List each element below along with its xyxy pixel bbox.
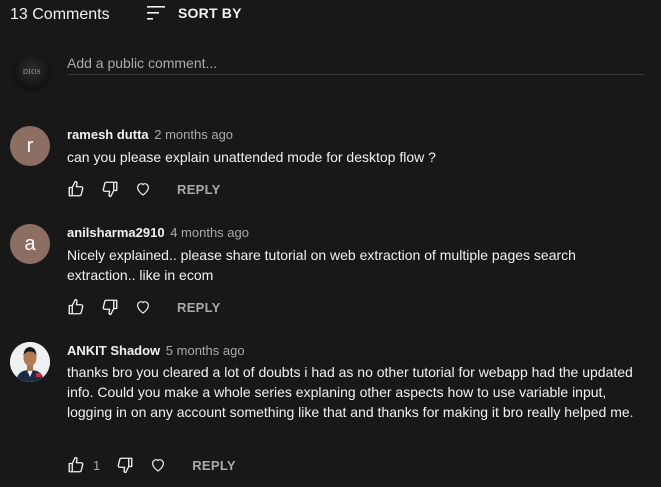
comment-author[interactable]: anilsharma2910	[67, 225, 165, 240]
thumbs-down-icon[interactable]	[101, 180, 119, 198]
comment-time[interactable]: 2 months ago	[154, 127, 233, 142]
thumbs-down-icon[interactable]	[101, 298, 119, 316]
sort-icon	[146, 4, 166, 22]
thumbs-up-icon[interactable]	[67, 298, 85, 316]
comment-actions: REPLY	[67, 179, 221, 199]
comment-meta: anilsharma2910 4 months ago	[67, 225, 249, 240]
avatar[interactable]	[10, 342, 50, 382]
comment-meta: ramesh dutta 2 months ago	[67, 127, 233, 142]
comment-time[interactable]: 4 months ago	[170, 225, 249, 240]
thumbs-up-icon[interactable]	[67, 180, 85, 198]
add-comment-input[interactable]	[67, 52, 645, 75]
sort-by-button[interactable]: SORT BY	[146, 4, 242, 22]
comment-actions: 1 REPLY	[67, 455, 236, 475]
heart-icon[interactable]	[135, 181, 151, 197]
avatar[interactable]: r	[10, 126, 50, 166]
comments-header: 13 Comments SORT BY	[0, 0, 661, 32]
comment-text: thanks bro you cleared a lot of doubts i…	[67, 364, 634, 420]
comment-actions: REPLY	[67, 297, 221, 317]
like-count: 1	[93, 457, 101, 473]
user-photo-icon	[10, 342, 50, 382]
comment-author[interactable]: ramesh dutta	[67, 127, 149, 142]
comment-count: 13 Comments	[10, 6, 110, 23]
thumbs-down-icon[interactable]	[116, 456, 134, 474]
avatar-letter: a	[24, 232, 36, 255]
avatar-logo-text: DIOS	[22, 68, 42, 76]
reply-button[interactable]: REPLY	[192, 458, 236, 473]
comment-meta: ANKIT Shadow 5 months ago	[67, 343, 245, 358]
comment-author[interactable]: ANKIT Shadow	[67, 343, 160, 358]
reply-button[interactable]: REPLY	[177, 300, 221, 315]
avatar[interactable]: a	[10, 224, 50, 264]
heart-icon[interactable]	[150, 457, 166, 473]
thumbs-up-icon[interactable]	[67, 456, 85, 474]
current-user-avatar[interactable]: DIOS	[12, 52, 52, 92]
add-comment-row: DIOS	[0, 48, 661, 92]
sort-by-label: SORT BY	[178, 5, 242, 21]
comment-time[interactable]: 5 months ago	[166, 343, 245, 358]
comment-text: can you please explain unattended mode f…	[67, 149, 436, 165]
comment-text: Nicely explained.. please share tutorial…	[67, 247, 576, 283]
avatar-letter: r	[26, 134, 34, 157]
heart-icon[interactable]	[135, 299, 151, 315]
reply-button[interactable]: REPLY	[177, 182, 221, 197]
